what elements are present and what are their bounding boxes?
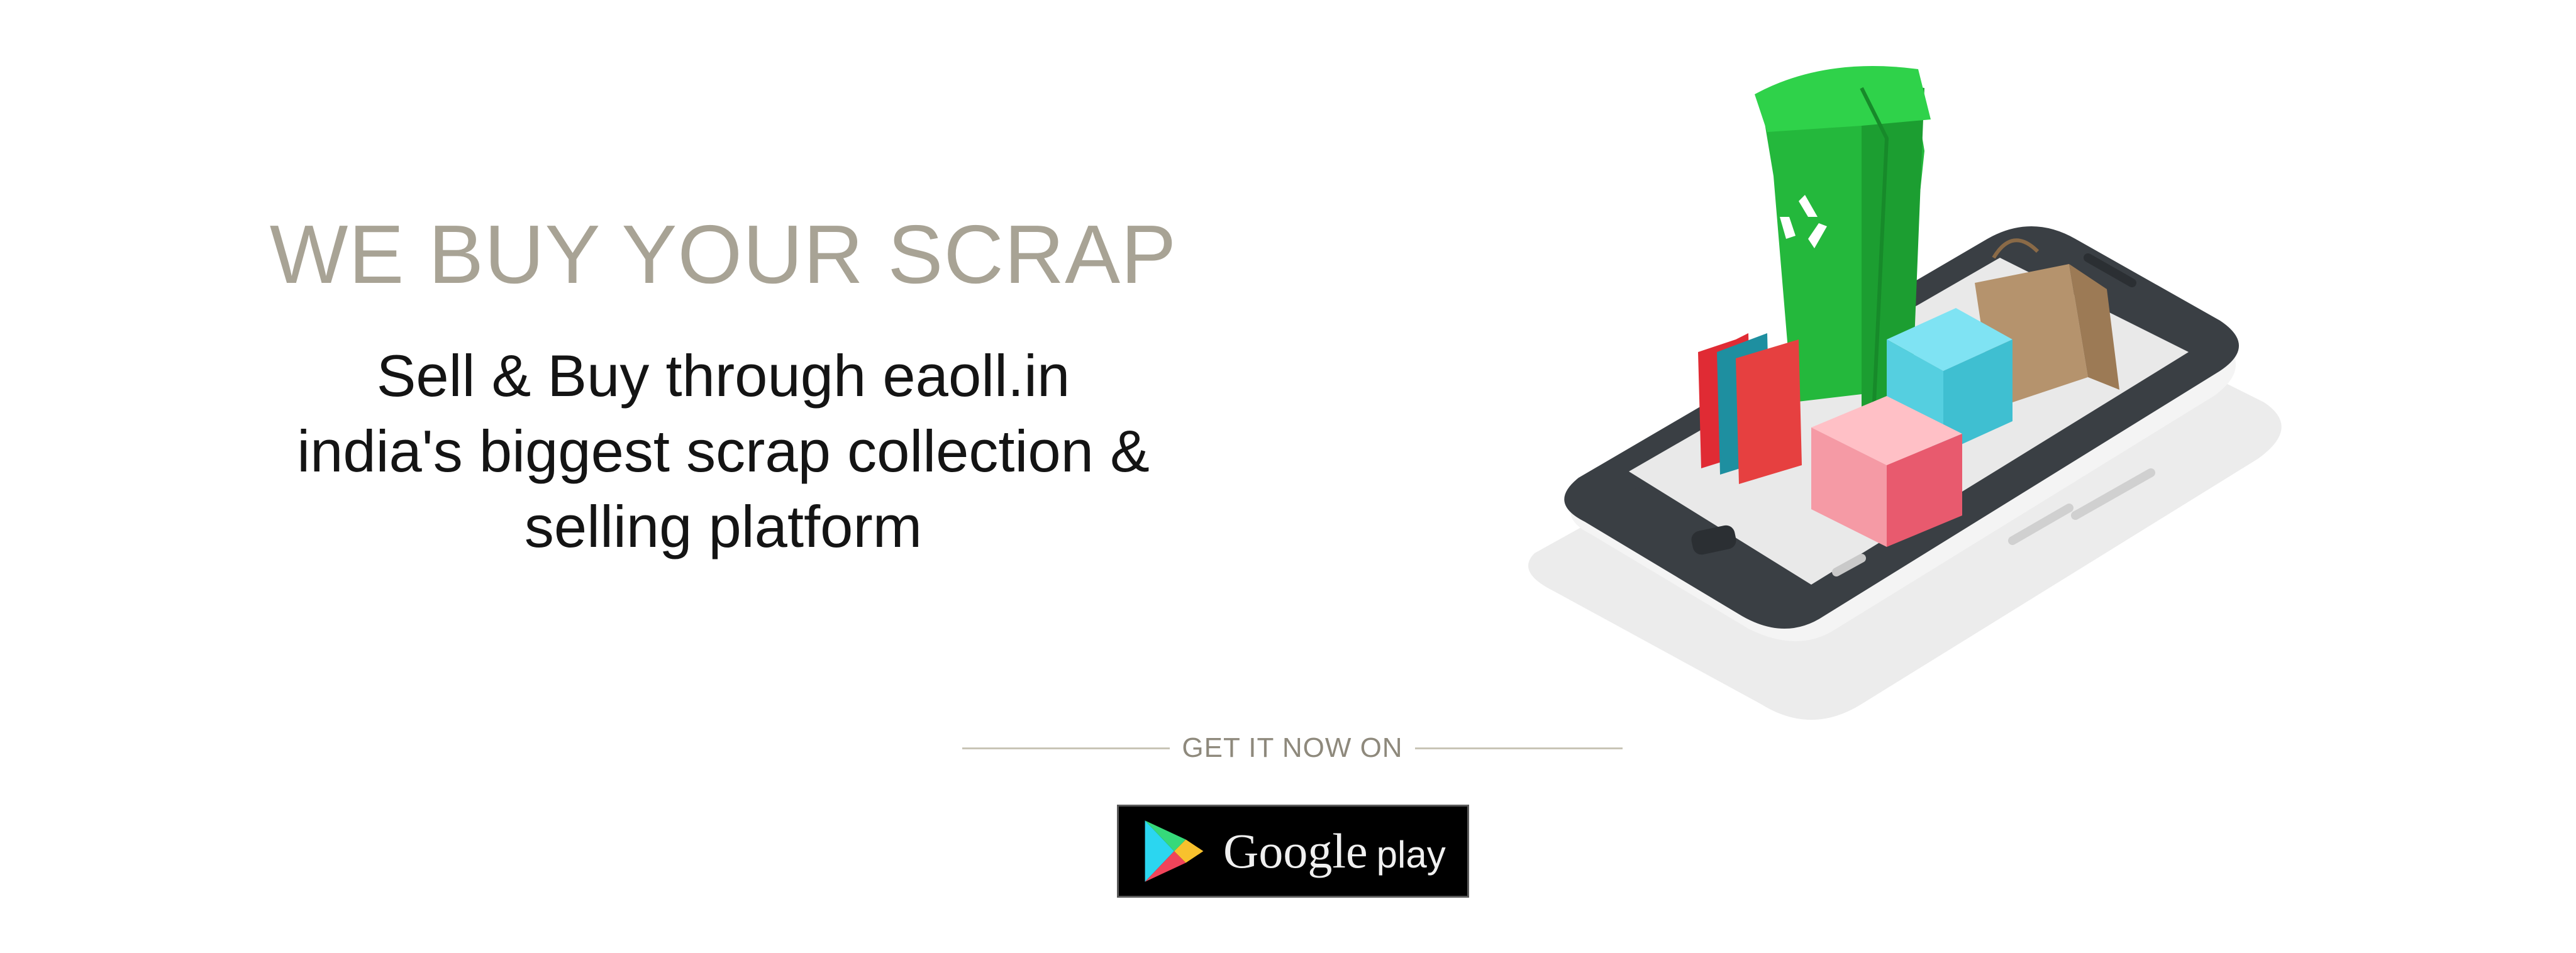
divider-right xyxy=(1414,747,1623,749)
divider-left xyxy=(962,747,1170,749)
google-play-icon xyxy=(1145,820,1204,882)
hero-text-block: WE BUY YOUR SCRAP Sell & Buy through eao… xyxy=(208,207,1239,565)
hero-subtitle-line-3: selling platform xyxy=(524,493,923,559)
hero-subtitle: Sell & Buy through eaoll.in india's bigg… xyxy=(208,338,1239,565)
hero-subtitle-line-1: Sell & Buy through eaoll.in xyxy=(376,343,1070,409)
scrap-phone-illustration xyxy=(1528,66,2282,720)
google-play-suffix: play xyxy=(1376,834,1446,876)
books-icon xyxy=(1698,333,1802,484)
get-it-now-row: GET IT NOW ON xyxy=(962,729,1623,767)
google-play-text: Google play xyxy=(1223,823,1446,879)
hero-headline: WE BUY YOUR SCRAP xyxy=(269,208,1177,300)
google-play-button[interactable]: Google play xyxy=(1117,805,1469,898)
get-it-now-label: GET IT NOW ON xyxy=(1182,732,1403,763)
google-play-brand: Google xyxy=(1223,824,1368,878)
hero-subtitle-line-2: india's biggest scrap collection & xyxy=(297,418,1150,484)
